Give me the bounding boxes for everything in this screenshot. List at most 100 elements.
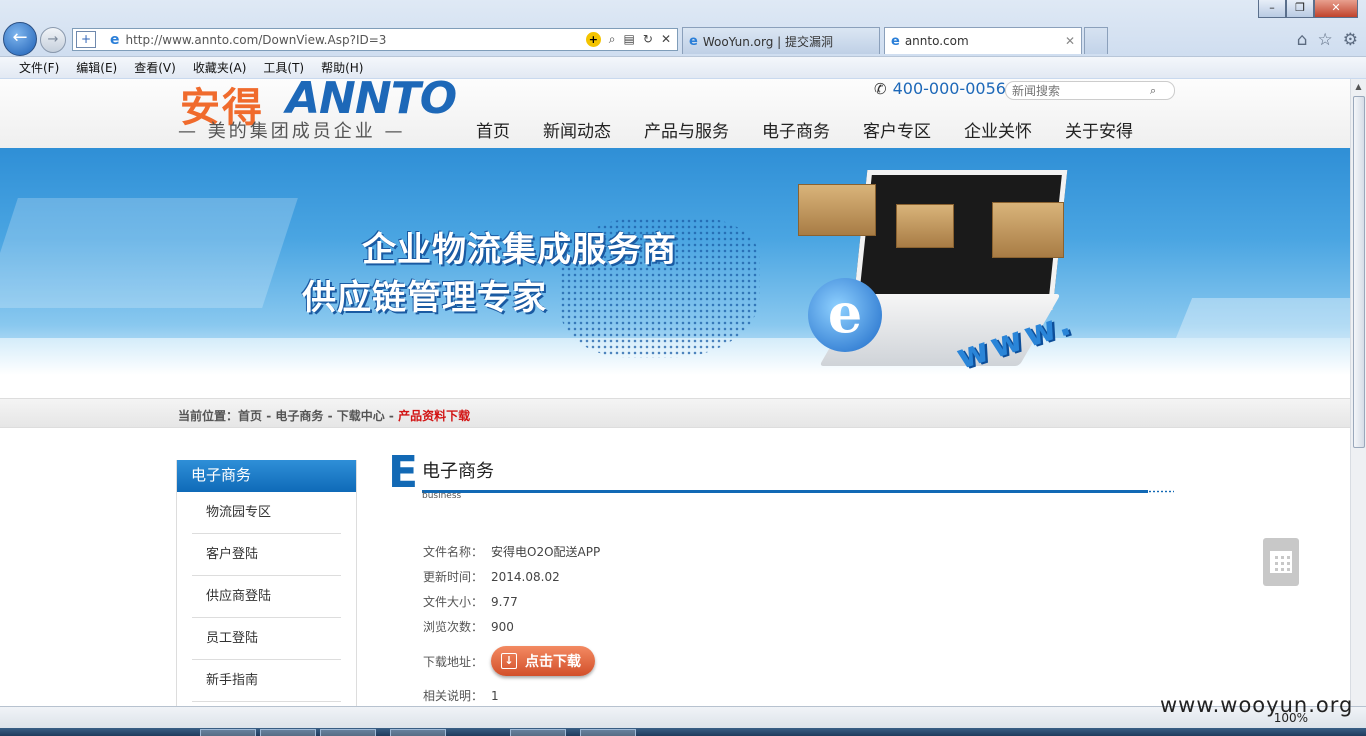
info-row-views: 浏览次数： 900 bbox=[423, 614, 923, 639]
qr-code-icon bbox=[1270, 551, 1292, 573]
file-info: 文件名称： 安得电O2O配送APP 更新时间： 2014.08.02 文件大小：… bbox=[423, 539, 923, 706]
address-tools: + ⌕ ▤ ↻ ✕ bbox=[585, 32, 671, 47]
addon-icon[interactable]: + bbox=[585, 32, 601, 47]
back-icon[interactable]: ← bbox=[3, 22, 37, 56]
breadcrumb: 当前位置：首页 - 电子商务 - 下载中心 - 产品资料下载 bbox=[178, 407, 470, 424]
ie-tab-icon: e bbox=[689, 33, 698, 49]
compat-view-icon[interactable]: ▤ bbox=[624, 32, 635, 47]
field-label: 相关说明： bbox=[423, 689, 484, 703]
window-controls: – ❐ ✕ bbox=[1258, 0, 1358, 18]
sidebar-item-supplier-login[interactable]: 供应商登陆 bbox=[192, 576, 341, 618]
field-value: 安得电O2O配送APP bbox=[491, 545, 601, 559]
site-logo[interactable]: 安得 ANNTO — 美的集团成员企业 — bbox=[178, 79, 457, 143]
phone-icon: ✆ bbox=[874, 79, 887, 98]
heading-letter: E bbox=[388, 447, 419, 498]
breadcrumb-separator: - bbox=[384, 409, 399, 423]
star-icon[interactable]: ☆ bbox=[1318, 30, 1333, 50]
field-label: 下载地址： bbox=[423, 654, 484, 669]
download-button[interactable]: ↓ 点击下载 bbox=[491, 646, 595, 676]
maximize-icon[interactable]: ❐ bbox=[1286, 0, 1314, 18]
sidebar-item-staff-login[interactable]: 员工登陆 bbox=[192, 618, 341, 660]
menu-view[interactable]: 查看(V) bbox=[134, 59, 176, 76]
vertical-scrollbar[interactable]: ▲ bbox=[1350, 79, 1366, 706]
phone-number: 400-000-0056 bbox=[892, 79, 1006, 98]
field-label: 更新时间： bbox=[423, 570, 484, 584]
heading-underline bbox=[422, 490, 1148, 493]
info-row-download: 下载地址： ↓ 点击下载 bbox=[423, 639, 923, 683]
nav-about[interactable]: 关于安得 bbox=[1065, 117, 1133, 142]
field-label: 文件大小： bbox=[423, 595, 484, 609]
hotline: ✆ 400-000-0056 bbox=[874, 79, 1006, 98]
os-taskbar bbox=[0, 728, 1366, 736]
breadcrumb-download-center[interactable]: 下载中心 bbox=[337, 409, 385, 423]
download-icon: ↓ bbox=[501, 653, 517, 669]
news-search-input[interactable] bbox=[1012, 83, 1150, 98]
close-tab-icon[interactable]: ✕ bbox=[1065, 34, 1075, 48]
taskbar-item[interactable] bbox=[260, 729, 316, 736]
menu-bar: 文件(F) 编辑(E) 查看(V) 收藏夹(A) 工具(T) 帮助(H) bbox=[0, 56, 1366, 78]
field-label: 浏览次数： bbox=[423, 620, 484, 634]
scroll-up-icon[interactable]: ▲ bbox=[1351, 79, 1366, 95]
content-heading: E 电子商务 business bbox=[388, 447, 1174, 503]
taskbar-item[interactable] bbox=[320, 729, 376, 736]
qr-code-button[interactable] bbox=[1263, 538, 1299, 586]
ie-logo-graphic: e bbox=[808, 278, 882, 352]
close-window-icon[interactable]: ✕ bbox=[1314, 0, 1358, 18]
gear-icon[interactable]: ⚙ bbox=[1343, 30, 1358, 50]
hero-banner: 企业物流集成服务商 供应链管理专家 e www. bbox=[0, 148, 1350, 375]
home-icon[interactable]: ⌂ bbox=[1297, 30, 1308, 50]
minimize-icon[interactable]: – bbox=[1258, 0, 1286, 18]
field-value: 900 bbox=[491, 619, 514, 634]
nav-products[interactable]: 产品与服务 bbox=[644, 117, 729, 142]
info-row-filename: 文件名称： 安得电O2O配送APP bbox=[423, 539, 923, 564]
address-bar[interactable]: + e http://www.annto.com/DownView.Asp?ID… bbox=[72, 28, 678, 51]
breadcrumb-ecommerce[interactable]: 电子商务 bbox=[275, 409, 323, 423]
nav-customer[interactable]: 客户专区 bbox=[863, 117, 931, 142]
refresh-icon[interactable]: ↻ bbox=[643, 32, 653, 47]
nav-home[interactable]: 首页 bbox=[476, 117, 510, 142]
breadcrumb-separator: - bbox=[323, 409, 337, 423]
sidebar-item-customer-login[interactable]: 客户登陆 bbox=[192, 534, 341, 576]
tab-label: annto.com bbox=[904, 34, 969, 48]
breadcrumb-home[interactable]: 首页 bbox=[238, 409, 262, 423]
tab-wooyun[interactable]: e WooYun.org | 提交漏洞 bbox=[682, 27, 880, 54]
ie-tab-icon: e bbox=[891, 33, 900, 49]
page-title: 电子商务 bbox=[422, 461, 494, 482]
search-icon[interactable]: ⌕ bbox=[1150, 84, 1156, 98]
scroll-thumb[interactable] bbox=[1353, 96, 1365, 448]
forward-icon[interactable]: → bbox=[40, 27, 66, 53]
menu-help[interactable]: 帮助(H) bbox=[321, 59, 363, 76]
ie-page-icon: e bbox=[110, 31, 120, 48]
field-value: 2014.08.02 bbox=[491, 569, 560, 584]
nav-care[interactable]: 企业关怀 bbox=[964, 117, 1032, 142]
taskbar-item[interactable] bbox=[510, 729, 566, 736]
download-button-label: 点击下载 bbox=[525, 654, 581, 670]
menu-tools[interactable]: 工具(T) bbox=[263, 59, 304, 76]
breadcrumb-prefix: 当前位置： bbox=[178, 409, 239, 423]
page-subtitle: business bbox=[422, 491, 462, 501]
heading-dots bbox=[1148, 490, 1174, 493]
menu-edit[interactable]: 编辑(E) bbox=[76, 59, 117, 76]
sidebar-item-guide[interactable]: 新手指南 bbox=[192, 660, 341, 702]
web-page: 安得 ANNTO — 美的集团成员企业 — ✆ 400-000-0056 ⌕ 首… bbox=[0, 79, 1350, 706]
menu-favorites[interactable]: 收藏夹(A) bbox=[193, 59, 247, 76]
url-text[interactable]: http://www.annto.com/DownView.Asp?ID=3 bbox=[126, 33, 586, 47]
menu-file[interactable]: 文件(F) bbox=[19, 59, 59, 76]
cardboard-box-graphic bbox=[992, 202, 1064, 258]
nav-news[interactable]: 新闻动态 bbox=[543, 117, 611, 142]
site-compat-icon[interactable]: + bbox=[76, 31, 96, 48]
search-icon[interactable]: ⌕ bbox=[609, 32, 616, 47]
nav-ecommerce[interactable]: 电子商务 bbox=[762, 117, 830, 142]
cardboard-box-graphic bbox=[896, 204, 954, 248]
breadcrumb-current[interactable]: 产品资料下载 bbox=[398, 409, 470, 423]
stop-icon[interactable]: ✕ bbox=[661, 32, 671, 47]
cardboard-box-graphic bbox=[798, 184, 876, 236]
taskbar-item[interactable] bbox=[390, 729, 446, 736]
taskbar-item[interactable] bbox=[580, 729, 636, 736]
logo-tagline: — 美的集团成员企业 — bbox=[178, 121, 406, 142]
sidebar-item-logistics-park[interactable]: 物流园专区 bbox=[192, 492, 341, 534]
taskbar-item[interactable] bbox=[200, 729, 256, 736]
tab-annto[interactable]: e annto.com ✕ bbox=[884, 27, 1082, 54]
new-tab-button[interactable] bbox=[1084, 27, 1108, 54]
banner-stripe bbox=[0, 198, 298, 308]
